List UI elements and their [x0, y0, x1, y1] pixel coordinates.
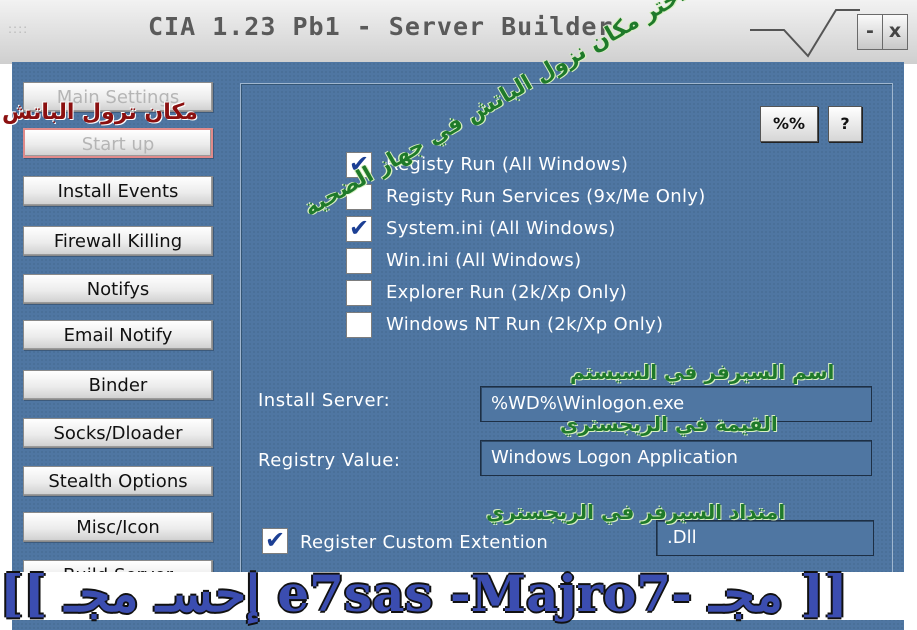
title-bar[interactable]: :::: CIA 1.23 Pb1 - Server Builder - x — [0, 0, 917, 64]
install-server-label: Install Server: — [258, 390, 391, 411]
nav-socks-dloader[interactable]: Socks/Dloader — [23, 418, 213, 448]
check-mark-icon: ✔ — [348, 214, 370, 242]
explorer-run-checkbox[interactable] — [346, 280, 372, 306]
custom-extension-input[interactable]: .Dll — [656, 520, 874, 556]
windows-nt-run-label: Windows NT Run (2k/Xp Only) — [386, 314, 664, 335]
help-button[interactable]: ? — [828, 106, 862, 142]
system-ini-checkbox[interactable]: ✔ — [346, 216, 372, 242]
watermark-banner: [[ إحسـ مجـ e7sas -Majro7- مجـ ]] — [0, 558, 917, 630]
registry-run-checkbox[interactable]: ✔ — [346, 152, 372, 178]
windows-nt-run-checkbox[interactable] — [346, 312, 372, 338]
custom-extension-checkbox[interactable]: ✔ — [262, 528, 288, 554]
minimize-button[interactable]: - — [857, 14, 883, 50]
nav-notifys[interactable]: Notifys — [23, 274, 213, 304]
registry-value-label: Registry Value: — [258, 450, 401, 471]
registry-run-services-checkbox[interactable] — [346, 184, 372, 210]
window-title: CIA 1.23 Pb1 - Server Builder — [148, 12, 614, 41]
win-ini-label: Win.ini (All Windows) — [386, 250, 582, 271]
check-mark-icon: ✔ — [264, 526, 286, 554]
system-ini-label: System.ini (All Windows) — [386, 218, 616, 239]
title-bar-notch-decoration — [750, 9, 860, 58]
win-ini-checkbox[interactable] — [346, 248, 372, 274]
registry-run-label: Registy Run (All Windows) — [386, 154, 629, 175]
custom-extension-label: Register Custom Extention — [300, 532, 549, 553]
install-server-input[interactable]: %WD%\Winlogon.exe — [480, 386, 872, 422]
registry-run-services-label: Registy Run Services (9x/Me Only) — [386, 186, 706, 207]
registry-value-input[interactable]: Windows Logon Application — [480, 440, 872, 476]
grip-handle-icon[interactable]: :::: — [8, 22, 28, 36]
close-button[interactable]: x — [882, 14, 908, 50]
percent-variables-button[interactable]: %% — [760, 106, 818, 142]
nav-firewall-killing[interactable]: Firewall Killing — [23, 226, 213, 256]
explorer-run-label: Explorer Run (2k/Xp Only) — [386, 282, 628, 303]
nav-email-notify[interactable]: Email Notify — [23, 320, 213, 350]
nav-binder[interactable]: Binder — [23, 370, 213, 400]
check-mark-icon: ✔ — [348, 150, 370, 178]
nav-install-events[interactable]: Install Events — [23, 176, 213, 206]
nav-stealth-options[interactable]: Stealth Options — [23, 466, 213, 496]
nav-start-up[interactable]: Start up — [23, 128, 213, 158]
nav-main-settings[interactable]: Main Settings — [23, 82, 213, 112]
watermark-banner-text: [[ إحسـ مجـ e7sas -Majro7- مجـ ]] — [0, 564, 848, 623]
nav-misc-icon[interactable]: Misc/Icon — [23, 512, 213, 542]
